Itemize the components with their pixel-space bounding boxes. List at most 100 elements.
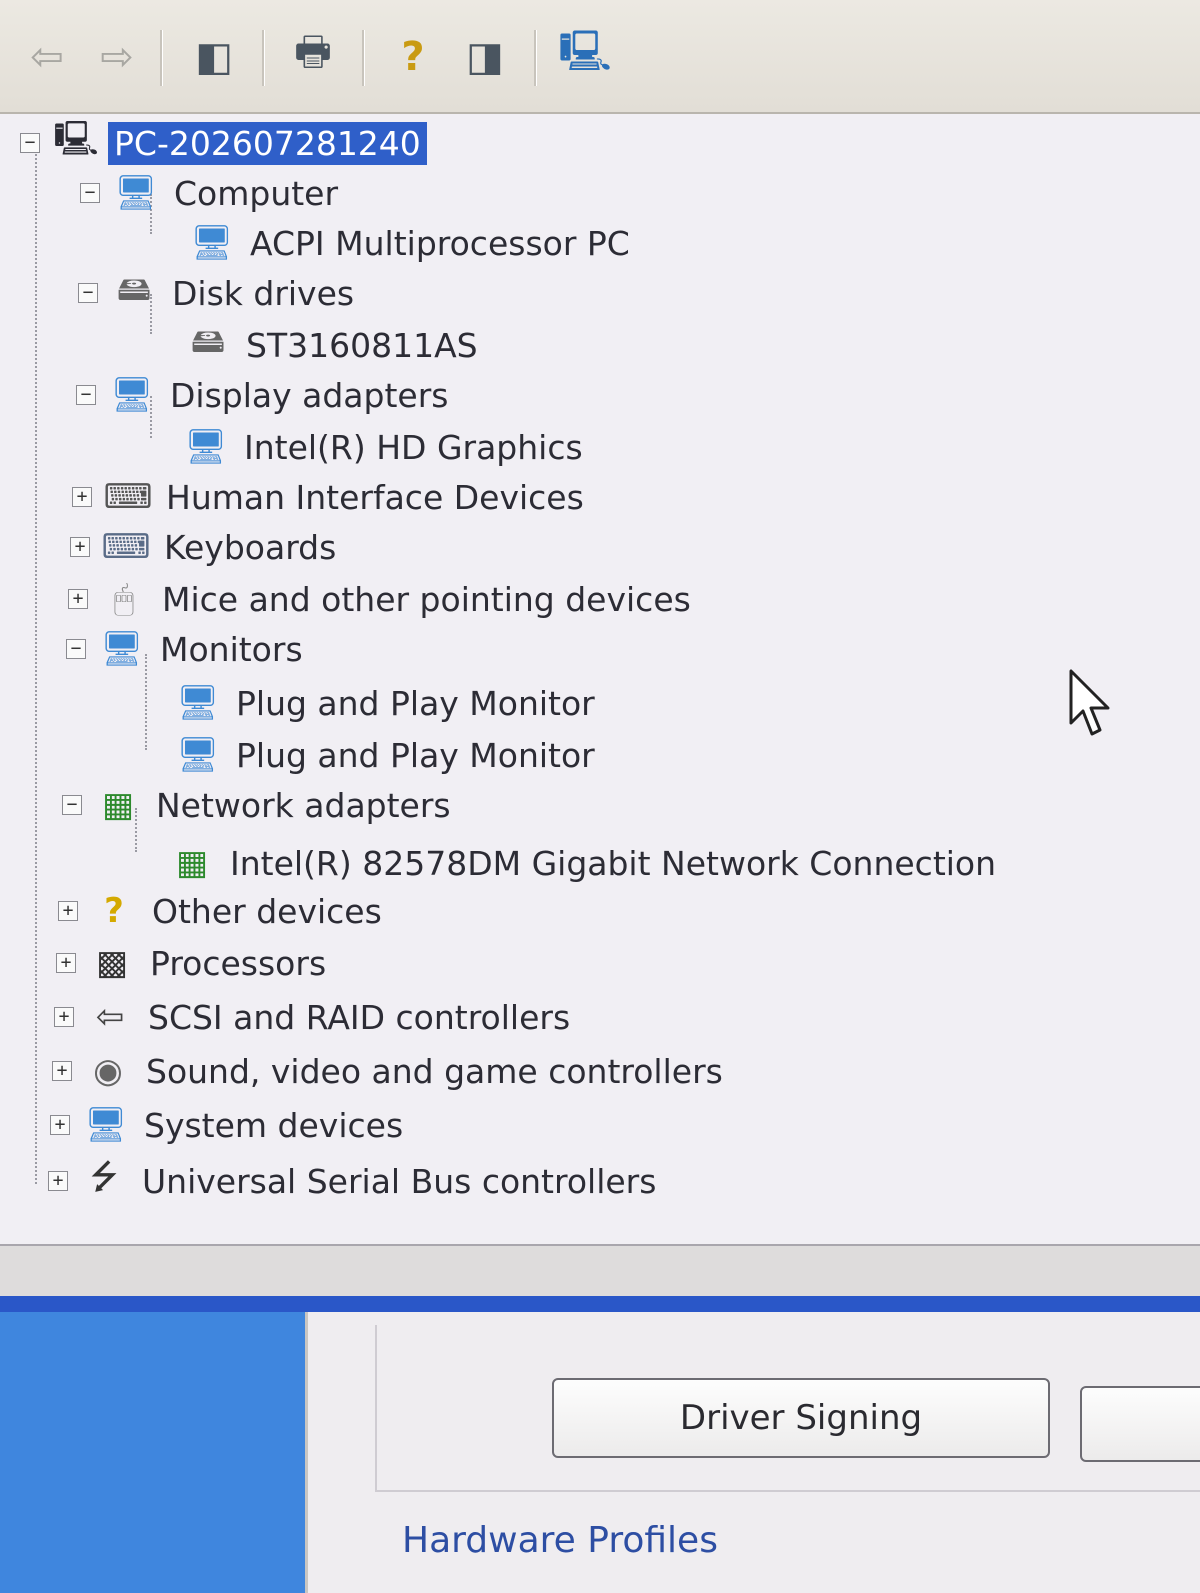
usb-icon: ⭍ bbox=[89, 1156, 119, 1197]
expand-toggle[interactable]: + bbox=[54, 1007, 74, 1027]
monitor-icon: 🖥 bbox=[100, 629, 144, 669]
mouse-cursor-icon bbox=[1069, 669, 1110, 736]
tree-leaf-monitor-1[interactable]: 🖥 Plug and Play Monitor bbox=[176, 678, 601, 728]
expand-toggle[interactable]: + bbox=[58, 901, 78, 921]
display-adapter-icon: 🖥 bbox=[184, 427, 228, 467]
forward-button[interactable]: ⇨ bbox=[88, 28, 146, 86]
next-button-partial[interactable] bbox=[1080, 1386, 1200, 1462]
expand-toggle[interactable]: + bbox=[68, 589, 88, 609]
tree-node-label: Human Interface Devices bbox=[166, 477, 584, 517]
collapse-toggle[interactable]: − bbox=[78, 283, 98, 303]
monitor-icon: 🖥 bbox=[176, 683, 220, 723]
tree-node-label: System devices bbox=[144, 1105, 404, 1145]
monitor-icon: 🖥 bbox=[176, 735, 220, 775]
tree-leaf-monitor-2[interactable]: 🖥 Plug and Play Monitor bbox=[176, 730, 601, 780]
tree-node-label: Disk drives bbox=[172, 273, 355, 313]
scan-hardware-icon: 🖳 bbox=[558, 29, 612, 75]
tree-node-hid[interactable]: + ⌨ Human Interface Devices bbox=[72, 472, 590, 522]
tree-line bbox=[35, 154, 37, 1184]
system-device-icon: 🖥 bbox=[84, 1105, 128, 1145]
driver-signing-button[interactable]: Driver Signing bbox=[552, 1378, 1050, 1458]
display-adapter-icon: 🖥 bbox=[110, 375, 154, 415]
expand-toggle[interactable]: + bbox=[56, 953, 76, 973]
tree-node-mice[interactable]: + 🖱 Mice and other pointing devices bbox=[68, 574, 697, 624]
tree-leaf-disk[interactable]: 🖴 ST3160811AS bbox=[186, 320, 484, 370]
driver-signing-label: Driver Signing bbox=[679, 1398, 923, 1438]
tree-node-other-devices[interactable]: + ? Other devices bbox=[58, 886, 388, 936]
tree-node-monitors[interactable]: − 🖥 Monitors bbox=[66, 624, 309, 674]
disk-drive-icon: 🖴 bbox=[116, 268, 152, 309]
collapse-toggle[interactable]: − bbox=[80, 183, 100, 203]
toolbar-separator bbox=[534, 30, 537, 86]
back-arrow-icon: ⇦ bbox=[30, 34, 64, 80]
tree-node-label: Monitors bbox=[160, 629, 303, 669]
dialog-sidebar bbox=[0, 1312, 305, 1593]
expand-toggle[interactable]: + bbox=[50, 1115, 70, 1135]
collapse-toggle[interactable]: − bbox=[62, 795, 82, 815]
tree-node-system-devices[interactable]: + 🖥 System devices bbox=[50, 1100, 409, 1150]
toolbar-separator bbox=[160, 30, 163, 86]
tree-node-keyboards[interactable]: + ⌨ Keyboards bbox=[70, 522, 342, 572]
tree-leaf-label: Plug and Play Monitor bbox=[236, 683, 595, 723]
keyboard-icon: ⌨ bbox=[101, 527, 151, 567]
tree-node-label: Keyboards bbox=[164, 527, 337, 567]
scan-hardware-button[interactable]: 🖳 bbox=[556, 28, 614, 86]
unknown-device-icon: ? bbox=[104, 891, 124, 931]
back-button[interactable]: ⇦ bbox=[18, 28, 76, 86]
tree-leaf-label: ST3160811AS bbox=[246, 325, 478, 365]
tree-leaf-label: Intel(R) 82578DM Gigabit Network Connect… bbox=[230, 843, 997, 883]
tree-node-computer[interactable]: − 🖥 Computer bbox=[80, 168, 344, 218]
tree-leaf-label: Intel(R) HD Graphics bbox=[244, 427, 583, 467]
computer-icon: 🖳 bbox=[53, 118, 99, 159]
help-icon: ? bbox=[401, 34, 425, 80]
toolbar: ⇦ ⇨ ◧ 🖶 ? ◨ 🖳 bbox=[0, 0, 1200, 114]
scsi-controller-icon: ⇦ bbox=[95, 997, 125, 1037]
tree-node-label: Sound, video and game controllers bbox=[146, 1051, 723, 1091]
tree-root-label[interactable]: PC-202607281240 bbox=[108, 121, 427, 165]
show-hide-console-tree-button[interactable]: ◧ bbox=[185, 28, 243, 86]
tree-node-usb[interactable]: + ⭍ Universal Serial Bus controllers bbox=[48, 1156, 662, 1206]
tree-leaf-network[interactable]: ▦ Intel(R) 82578DM Gigabit Network Conne… bbox=[170, 838, 1002, 888]
computer-icon: 🖥 bbox=[114, 173, 158, 213]
expand-toggle[interactable]: + bbox=[52, 1061, 72, 1081]
expand-toggle[interactable]: + bbox=[48, 1171, 68, 1191]
collapse-toggle[interactable]: − bbox=[20, 133, 40, 153]
help-button[interactable]: ? bbox=[384, 28, 442, 86]
window-title-bar bbox=[0, 1296, 1200, 1312]
tree-node-scsi[interactable]: + ⇦ SCSI and RAID controllers bbox=[54, 992, 576, 1042]
expand-toggle[interactable]: + bbox=[70, 537, 90, 557]
expand-toggle[interactable]: + bbox=[72, 487, 92, 507]
collapse-toggle[interactable]: − bbox=[76, 385, 96, 405]
tree-node-processors[interactable]: + ▩ Processors bbox=[56, 938, 332, 988]
printer-icon: 🖶 bbox=[294, 29, 332, 75]
tree-leaf-acpi[interactable]: 🖥 ACPI Multiprocessor PC bbox=[190, 218, 636, 268]
print-button[interactable]: 🖶 bbox=[284, 28, 342, 86]
tree-node-display-adapters[interactable]: − 🖥 Display adapters bbox=[76, 370, 454, 420]
toolbar-separator bbox=[362, 30, 365, 86]
forward-arrow-icon: ⇨ bbox=[100, 34, 134, 80]
tree-leaf-label: Plug and Play Monitor bbox=[236, 735, 595, 775]
tree-node-sound[interactable]: + ◉ Sound, video and game controllers bbox=[52, 1046, 729, 1096]
tree-node-label: Other devices bbox=[152, 891, 382, 931]
hid-icon: ⌨ bbox=[103, 477, 153, 517]
mouse-icon: 🖱 bbox=[113, 579, 135, 619]
tree-leaf-label: ACPI Multiprocessor PC bbox=[250, 223, 630, 263]
computer-icon: 🖥 bbox=[190, 223, 234, 263]
show-hide-action-pane-button[interactable]: ◨ bbox=[456, 28, 514, 86]
status-strip bbox=[0, 1246, 1200, 1296]
tree-node-label: Network adapters bbox=[156, 785, 451, 825]
tree-node-label: Computer bbox=[174, 173, 339, 213]
tree-node-label: Mice and other pointing devices bbox=[162, 579, 691, 619]
tree-node-network-adapters[interactable]: − ▦ Network adapters bbox=[62, 780, 457, 830]
hardware-profiles-label: Hardware Profiles bbox=[402, 1520, 718, 1561]
tree-node-label: Universal Serial Bus controllers bbox=[142, 1161, 657, 1201]
processor-icon: ▩ bbox=[95, 943, 129, 983]
tree-node-label: SCSI and RAID controllers bbox=[148, 997, 571, 1037]
toolbar-separator bbox=[262, 30, 265, 86]
network-adapter-icon: ▦ bbox=[101, 785, 135, 825]
tree-leaf-graphics[interactable]: 🖥 Intel(R) HD Graphics bbox=[184, 422, 589, 472]
console-tree-icon: ◧ bbox=[195, 34, 233, 80]
collapse-toggle[interactable]: − bbox=[66, 639, 86, 659]
tree-root[interactable]: − 🖳 PC-202607281240 bbox=[20, 118, 427, 168]
tree-node-disk-drives[interactable]: − 🖴 Disk drives bbox=[78, 268, 360, 318]
